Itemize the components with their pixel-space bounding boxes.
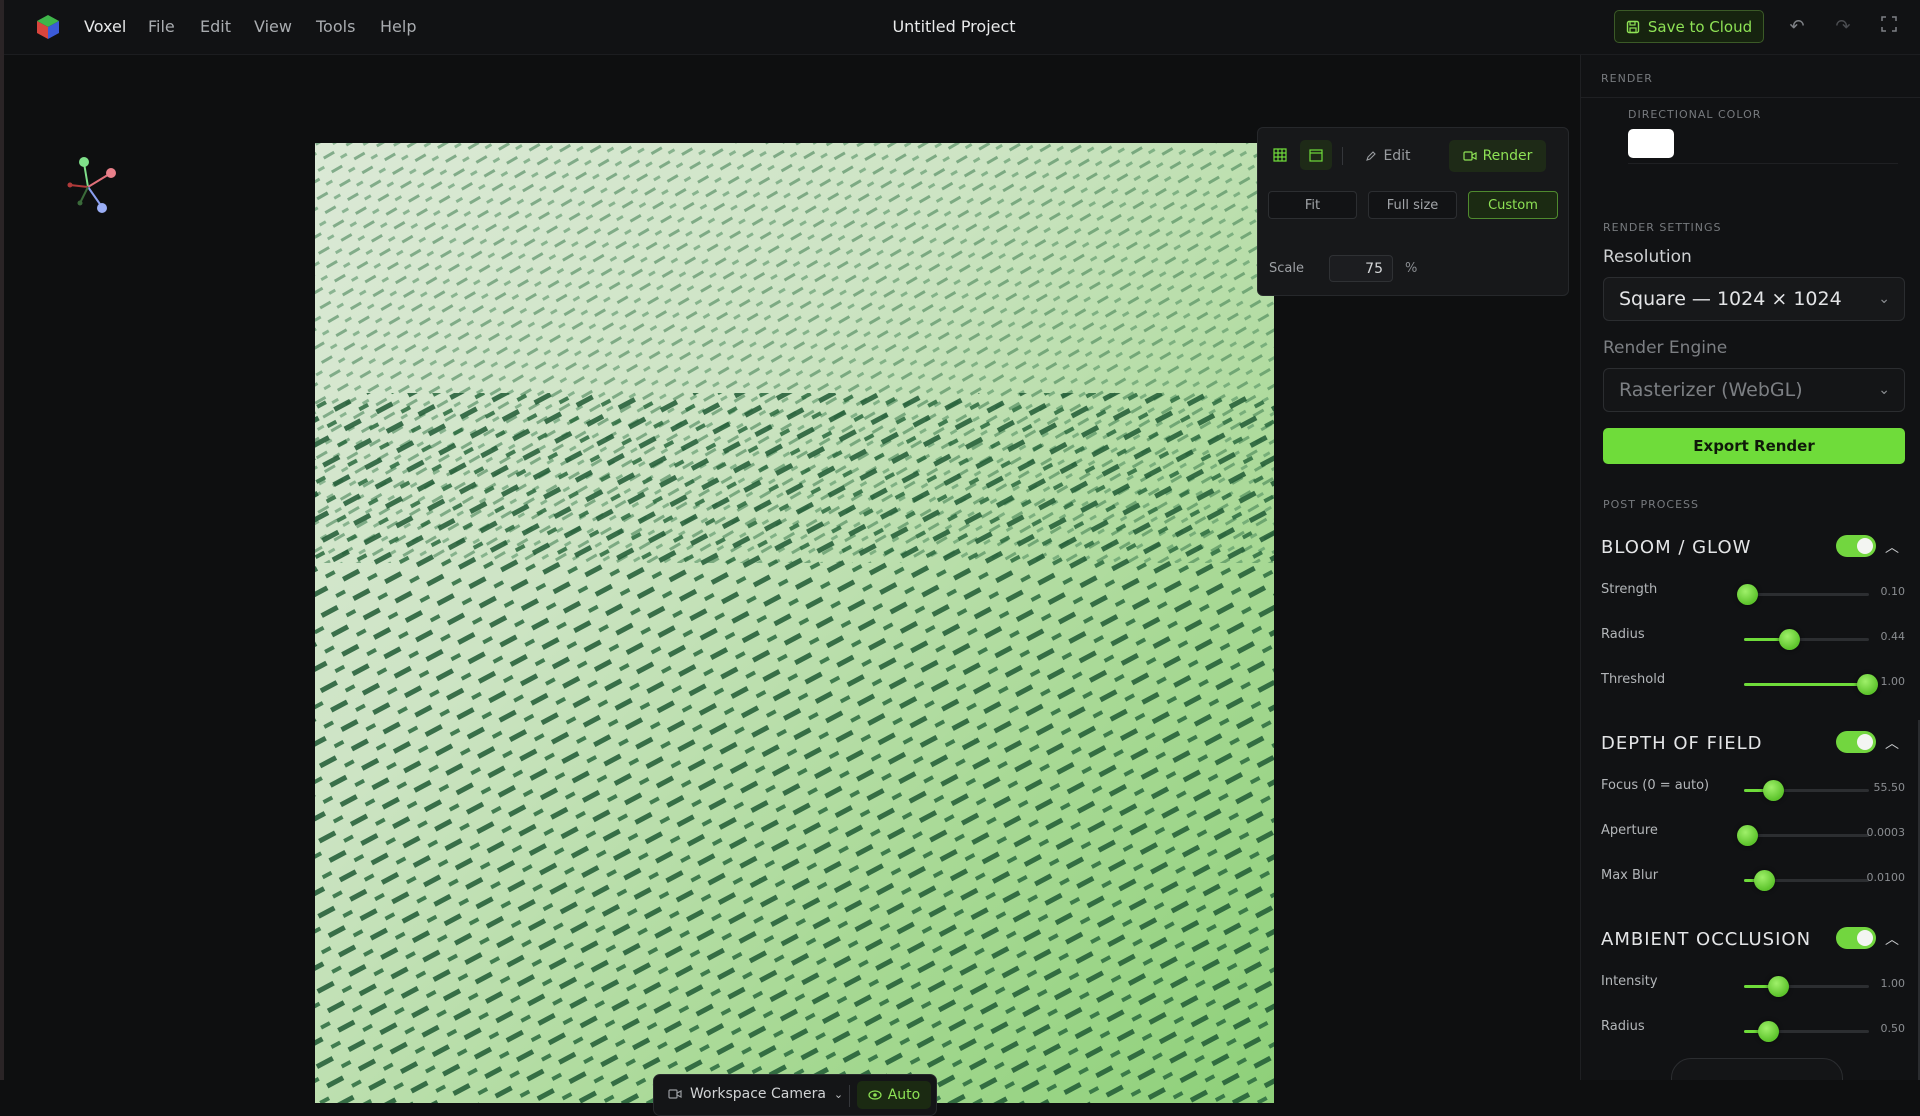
chevron-down-icon: ⌄ <box>1878 291 1890 307</box>
video-camera-icon <box>668 1089 682 1099</box>
fit-button[interactable]: Fit <box>1268 191 1357 219</box>
focus-slider[interactable] <box>1744 780 1869 801</box>
scale-input[interactable]: 75 <box>1329 255 1393 282</box>
render-settings-header: RENDER SETTINGS <box>1603 221 1722 234</box>
top-bar: Voxel File Edit View Tools Help Untitled… <box>4 0 1920 55</box>
ao-radius-slider[interactable] <box>1744 1021 1869 1042</box>
slider-label: Radius <box>1601 627 1645 642</box>
slider-label: Strength <box>1601 582 1658 597</box>
chevron-up-icon[interactable]: ︿ <box>1885 733 1899 753</box>
slider-value: 0.10 <box>1880 585 1906 598</box>
slider-knob[interactable] <box>1757 1021 1779 1042</box>
properties-panel: RENDER DIRECTIONAL COLOR RENDER SETTINGS… <box>1580 55 1920 1080</box>
render-engine-label: Render Engine <box>1603 338 1728 358</box>
auto-label: Auto <box>887 1087 921 1103</box>
tab-edit-label: Edit <box>1383 148 1411 164</box>
max-blur-slider[interactable] <box>1744 870 1869 891</box>
slider-label: Max Blur <box>1601 868 1659 883</box>
scale-label: Scale <box>1269 261 1304 276</box>
ambient-occlusion-toggle[interactable] <box>1836 927 1876 949</box>
aperture-slider[interactable] <box>1736 825 1869 846</box>
video-camera-icon <box>1462 151 1477 161</box>
slider-label: Threshold <box>1601 672 1666 687</box>
directional-color-label: DIRECTIONAL COLOR <box>1628 108 1762 121</box>
save-label: Save to Cloud <box>1647 17 1753 36</box>
slider-label: Aperture <box>1601 823 1658 838</box>
bottom-tool-dock[interactable] <box>1671 1058 1843 1080</box>
resolution-value: Square — 1024 × 1024 <box>1619 288 1842 310</box>
export-render-button[interactable]: Export Render <box>1603 428 1905 464</box>
resolution-select[interactable]: Square — 1024 × 1024 ⌄ <box>1603 277 1905 321</box>
axis-gizmo-icon[interactable] <box>64 155 124 215</box>
slider-value: 0.44 <box>1880 630 1906 643</box>
depth-of-field-group-title[interactable]: DEPTH OF FIELD <box>1601 733 1763 754</box>
intensity-slider[interactable] <box>1744 976 1869 997</box>
ambient-occlusion-group-title[interactable]: AMBIENT OCCLUSION <box>1601 929 1811 950</box>
divider <box>849 1085 850 1107</box>
slider-label: Intensity <box>1601 974 1658 989</box>
divider <box>1628 163 1898 164</box>
slider-value: 0.0003 <box>1866 826 1906 839</box>
slider-knob[interactable] <box>1779 629 1800 650</box>
tab-render-label: Render <box>1482 148 1533 164</box>
auto-button[interactable]: Auto <box>857 1081 931 1109</box>
slider-value: 0.50 <box>1880 1022 1906 1035</box>
render-engine-select[interactable]: Rasterizer (WebGL) ⌄ <box>1603 368 1905 412</box>
undo-icon[interactable]: ↶ <box>1786 16 1808 38</box>
tab-edit[interactable]: Edit <box>1358 140 1418 172</box>
threshold-slider[interactable] <box>1744 674 1878 695</box>
redo-icon[interactable]: ↷ <box>1832 16 1854 38</box>
bloom-toggle[interactable] <box>1836 535 1876 557</box>
slider-value: 1.00 <box>1880 675 1906 688</box>
strength-slider[interactable] <box>1736 584 1869 605</box>
render-engine-value: Rasterizer (WebGL) <box>1619 379 1803 401</box>
post-process-header: POST PROCESS <box>1603 498 1700 511</box>
slider-knob[interactable] <box>1754 870 1775 891</box>
chevron-down-icon: ⌄ <box>1878 382 1890 398</box>
calendar-view-icon[interactable] <box>1300 140 1332 170</box>
eye-icon <box>868 1090 882 1100</box>
slider-knob[interactable] <box>1856 674 1878 695</box>
save-icon <box>1626 20 1640 33</box>
camera-selector[interactable]: Workspace Camera ⌄ <box>668 1086 843 1102</box>
custom-size-button[interactable]: Custom <box>1468 191 1558 219</box>
viewport[interactable]: Edit Render Fit Full size Custom Scale 7… <box>4 55 1580 1116</box>
render-popover: Edit Render Fit Full size Custom Scale 7… <box>1257 127 1569 296</box>
slider-knob[interactable] <box>1736 584 1758 605</box>
grid-view-icon[interactable] <box>1264 140 1296 170</box>
depth-of-field-toggle[interactable] <box>1836 731 1876 753</box>
scale-unit: % <box>1405 261 1418 276</box>
slider-value: 55.50 <box>1873 781 1906 794</box>
slider-value: 1.00 <box>1880 977 1906 990</box>
resolution-label: Resolution <box>1603 247 1692 267</box>
render-preview-image <box>315 143 1274 1103</box>
slider-label: Focus (0 = auto) <box>1601 778 1710 793</box>
tab-render[interactable]: Render <box>1449 140 1546 172</box>
chevron-down-icon: ⌄ <box>833 1087 844 1101</box>
save-to-cloud-button[interactable]: Save to Cloud <box>1614 10 1764 43</box>
chevron-up-icon[interactable]: ︿ <box>1885 929 1899 949</box>
chevron-up-icon[interactable]: ︿ <box>1885 537 1899 557</box>
slider-knob[interactable] <box>1767 976 1789 997</box>
slider-knob[interactable] <box>1736 825 1758 846</box>
directional-color-swatch[interactable] <box>1628 129 1674 158</box>
slider-value: 0.0100 <box>1866 871 1906 884</box>
camera-bar: Workspace Camera ⌄ Auto <box>653 1074 937 1116</box>
divider <box>1342 147 1343 165</box>
bloom-group-title[interactable]: BLOOM / GLOW <box>1601 537 1751 558</box>
full-size-button[interactable]: Full size <box>1368 191 1457 219</box>
slider-knob[interactable] <box>1762 780 1784 801</box>
fullscreen-icon[interactable] <box>1878 16 1900 38</box>
radius-slider[interactable] <box>1744 629 1869 650</box>
pencil-icon <box>1366 151 1377 161</box>
render-section-header: RENDER <box>1601 72 1653 85</box>
divider <box>1581 97 1920 98</box>
slider-label: Radius <box>1601 1019 1645 1034</box>
camera-label: Workspace Camera <box>690 1086 826 1102</box>
slider-fill <box>1744 683 1867 686</box>
